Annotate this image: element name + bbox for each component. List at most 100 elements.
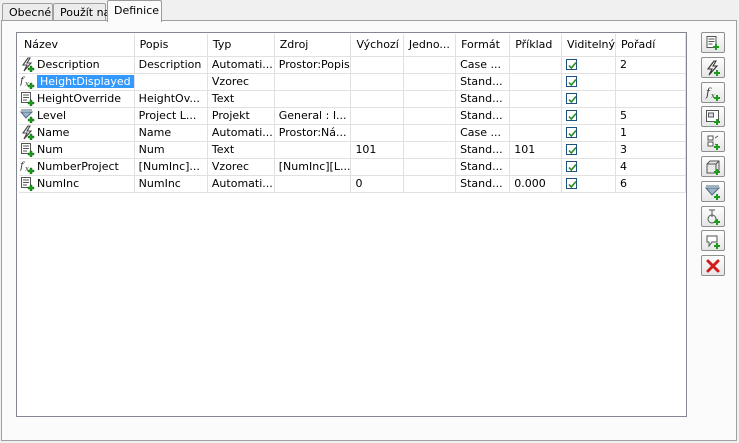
visible-checkbox[interactable] bbox=[566, 127, 578, 138]
cell-poradi[interactable] bbox=[615, 90, 686, 108]
visible-checkbox[interactable] bbox=[566, 59, 578, 70]
cell-poradi[interactable]: 2 bbox=[615, 56, 686, 74]
table-row[interactable]: Level Project L... Projekt General : I... St… bbox=[19, 107, 686, 125]
cell-typ[interactable]: Automati... bbox=[207, 175, 275, 193]
cell-typ[interactable]: Automati... bbox=[207, 124, 275, 142]
column-header-vychozi[interactable]: Výchozí bbox=[350, 34, 404, 57]
table-row[interactable]: Description Description Automati... Prostor… bbox=[19, 56, 686, 74]
cell-popis[interactable]: NumInc bbox=[134, 175, 208, 193]
cell-priklad[interactable] bbox=[509, 90, 563, 108]
cell-vychozi[interactable]: 101 bbox=[350, 141, 404, 159]
cell-priklad[interactable] bbox=[509, 124, 563, 142]
cell-popis[interactable]: Num bbox=[134, 141, 208, 159]
cell-zdroj[interactable]: [NumInc][L... bbox=[274, 158, 352, 176]
cell-format[interactable]: Stand... bbox=[455, 90, 511, 108]
table-row[interactable]: HeightOverride HeightOv... Text Stand... bbox=[19, 90, 686, 108]
cell-nazev[interactable]: Level bbox=[19, 107, 135, 125]
cell-jednotka[interactable] bbox=[403, 141, 457, 159]
cell-priklad[interactable] bbox=[509, 73, 563, 91]
cell-popis[interactable] bbox=[134, 73, 208, 91]
cell-vychozi[interactable] bbox=[350, 158, 404, 176]
cell-zdroj[interactable] bbox=[274, 90, 352, 108]
tab-pouzit-na[interactable]: Použít na bbox=[53, 3, 110, 21]
column-header-popis[interactable]: Popis bbox=[134, 34, 208, 57]
cell-jednotka[interactable] bbox=[403, 124, 457, 142]
cell-zdroj[interactable]: Prostor:Popis bbox=[274, 56, 352, 74]
cell-nazev[interactable]: NumInc bbox=[19, 175, 135, 193]
visible-checkbox[interactable] bbox=[566, 144, 578, 155]
tab-definice[interactable]: Definice bbox=[107, 0, 162, 22]
cell-vychozi[interactable]: 0 bbox=[350, 175, 404, 193]
cell-jednotka[interactable] bbox=[403, 158, 457, 176]
cell-typ[interactable]: Text bbox=[207, 90, 275, 108]
cell-poradi[interactable]: 6 bbox=[615, 175, 686, 193]
cell-zdroj[interactable] bbox=[274, 175, 352, 193]
cell-nazev[interactable]: Num bbox=[19, 141, 135, 159]
cell-poradi[interactable]: 4 bbox=[615, 158, 686, 176]
cell-format[interactable]: Stand... bbox=[455, 141, 511, 159]
cell-popis[interactable]: Project L... bbox=[134, 107, 208, 125]
column-header-nazev[interactable]: Název bbox=[19, 34, 135, 57]
column-header-viditelny[interactable]: Viditelný bbox=[561, 34, 617, 57]
visible-checkbox[interactable] bbox=[566, 178, 578, 189]
visible-checkbox[interactable] bbox=[566, 161, 578, 172]
cell-jednotka[interactable] bbox=[403, 175, 457, 193]
table-row[interactable]: Num Num Text 101 Stand... 101 3 bbox=[19, 141, 686, 159]
table-row[interactable]: f x HeightDisplayed Vzorec Stand... bbox=[19, 73, 686, 91]
cell-zdroj[interactable] bbox=[274, 141, 352, 159]
cell-jednotka[interactable] bbox=[403, 90, 457, 108]
cell-jednotka[interactable] bbox=[403, 56, 457, 74]
cell-priklad[interactable]: 0.000 bbox=[509, 175, 563, 193]
cell-zdroj[interactable]: Prostor:Ná... bbox=[274, 124, 352, 142]
add-material-property-button[interactable] bbox=[701, 156, 725, 177]
cell-format[interactable]: Stand... bbox=[455, 175, 511, 193]
cell-zdroj[interactable]: General : I... bbox=[274, 107, 352, 125]
column-header-jednotka[interactable]: Jedno... bbox=[403, 34, 457, 57]
table-row[interactable]: f x NumberProject [NumInc]... Vzorec [NumInc]… bbox=[19, 158, 686, 176]
cell-format[interactable]: Stand... bbox=[455, 73, 511, 91]
add-text-property-button[interactable] bbox=[701, 32, 725, 53]
cell-poradi[interactable]: 5 bbox=[615, 107, 686, 125]
cell-nazev[interactable]: f x NumberProject bbox=[19, 158, 135, 176]
cell-jednotka[interactable] bbox=[403, 73, 457, 91]
cell-format[interactable]: Stand... bbox=[455, 158, 511, 176]
cell-poradi[interactable] bbox=[615, 73, 686, 91]
cell-priklad[interactable] bbox=[509, 158, 563, 176]
add-graphic-property-button[interactable] bbox=[701, 230, 725, 251]
column-header-poradi[interactable]: Pořadí bbox=[615, 34, 686, 57]
table-row[interactable]: NumInc NumInc Automati... 0 Stand... 0.000 6 bbox=[19, 175, 686, 193]
cell-typ[interactable]: Automati... bbox=[207, 56, 275, 74]
cell-typ[interactable]: Vzorec bbox=[207, 73, 275, 91]
cell-nazev[interactable]: Name bbox=[19, 124, 135, 142]
cell-zdroj[interactable] bbox=[274, 73, 352, 91]
delete-property-button[interactable] bbox=[701, 255, 725, 276]
cell-poradi[interactable]: 3 bbox=[615, 141, 686, 159]
add-anchor-property-button[interactable] bbox=[701, 131, 725, 152]
add-formula-property-button[interactable]: fx bbox=[701, 82, 725, 103]
cell-priklad[interactable] bbox=[509, 107, 563, 125]
cell-vychozi[interactable] bbox=[350, 90, 404, 108]
cell-nazev[interactable]: f x HeightDisplayed bbox=[19, 73, 135, 91]
table-row[interactable]: Name Name Automati... Prostor:Ná... Case ...… bbox=[19, 124, 686, 142]
column-header-format[interactable]: Formát bbox=[455, 34, 511, 57]
add-automatic-property-button[interactable] bbox=[701, 57, 725, 78]
visible-checkbox[interactable] bbox=[566, 93, 578, 104]
cell-nazev[interactable]: HeightOverride bbox=[19, 90, 135, 108]
cell-typ[interactable]: Vzorec bbox=[207, 158, 275, 176]
column-header-priklad[interactable]: Příklad bbox=[509, 34, 563, 57]
cell-popis[interactable]: Name bbox=[134, 124, 208, 142]
visible-checkbox[interactable] bbox=[566, 76, 578, 87]
column-header-typ[interactable]: Typ bbox=[207, 34, 275, 57]
cell-nazev[interactable]: Description bbox=[19, 56, 135, 74]
cell-jednotka[interactable] bbox=[403, 107, 457, 125]
cell-vychozi[interactable] bbox=[350, 124, 404, 142]
cell-poradi[interactable]: 1 bbox=[615, 124, 686, 142]
cell-format[interactable]: Stand... bbox=[455, 107, 511, 125]
cell-typ[interactable]: Text bbox=[207, 141, 275, 159]
cell-priklad[interactable] bbox=[509, 56, 563, 74]
tab-obecne[interactable]: Obecné bbox=[2, 3, 53, 21]
cell-popis[interactable]: Description bbox=[134, 56, 208, 74]
cell-priklad[interactable]: 101 bbox=[509, 141, 563, 159]
cell-vychozi[interactable] bbox=[350, 107, 404, 125]
cell-typ[interactable]: Projekt bbox=[207, 107, 275, 125]
